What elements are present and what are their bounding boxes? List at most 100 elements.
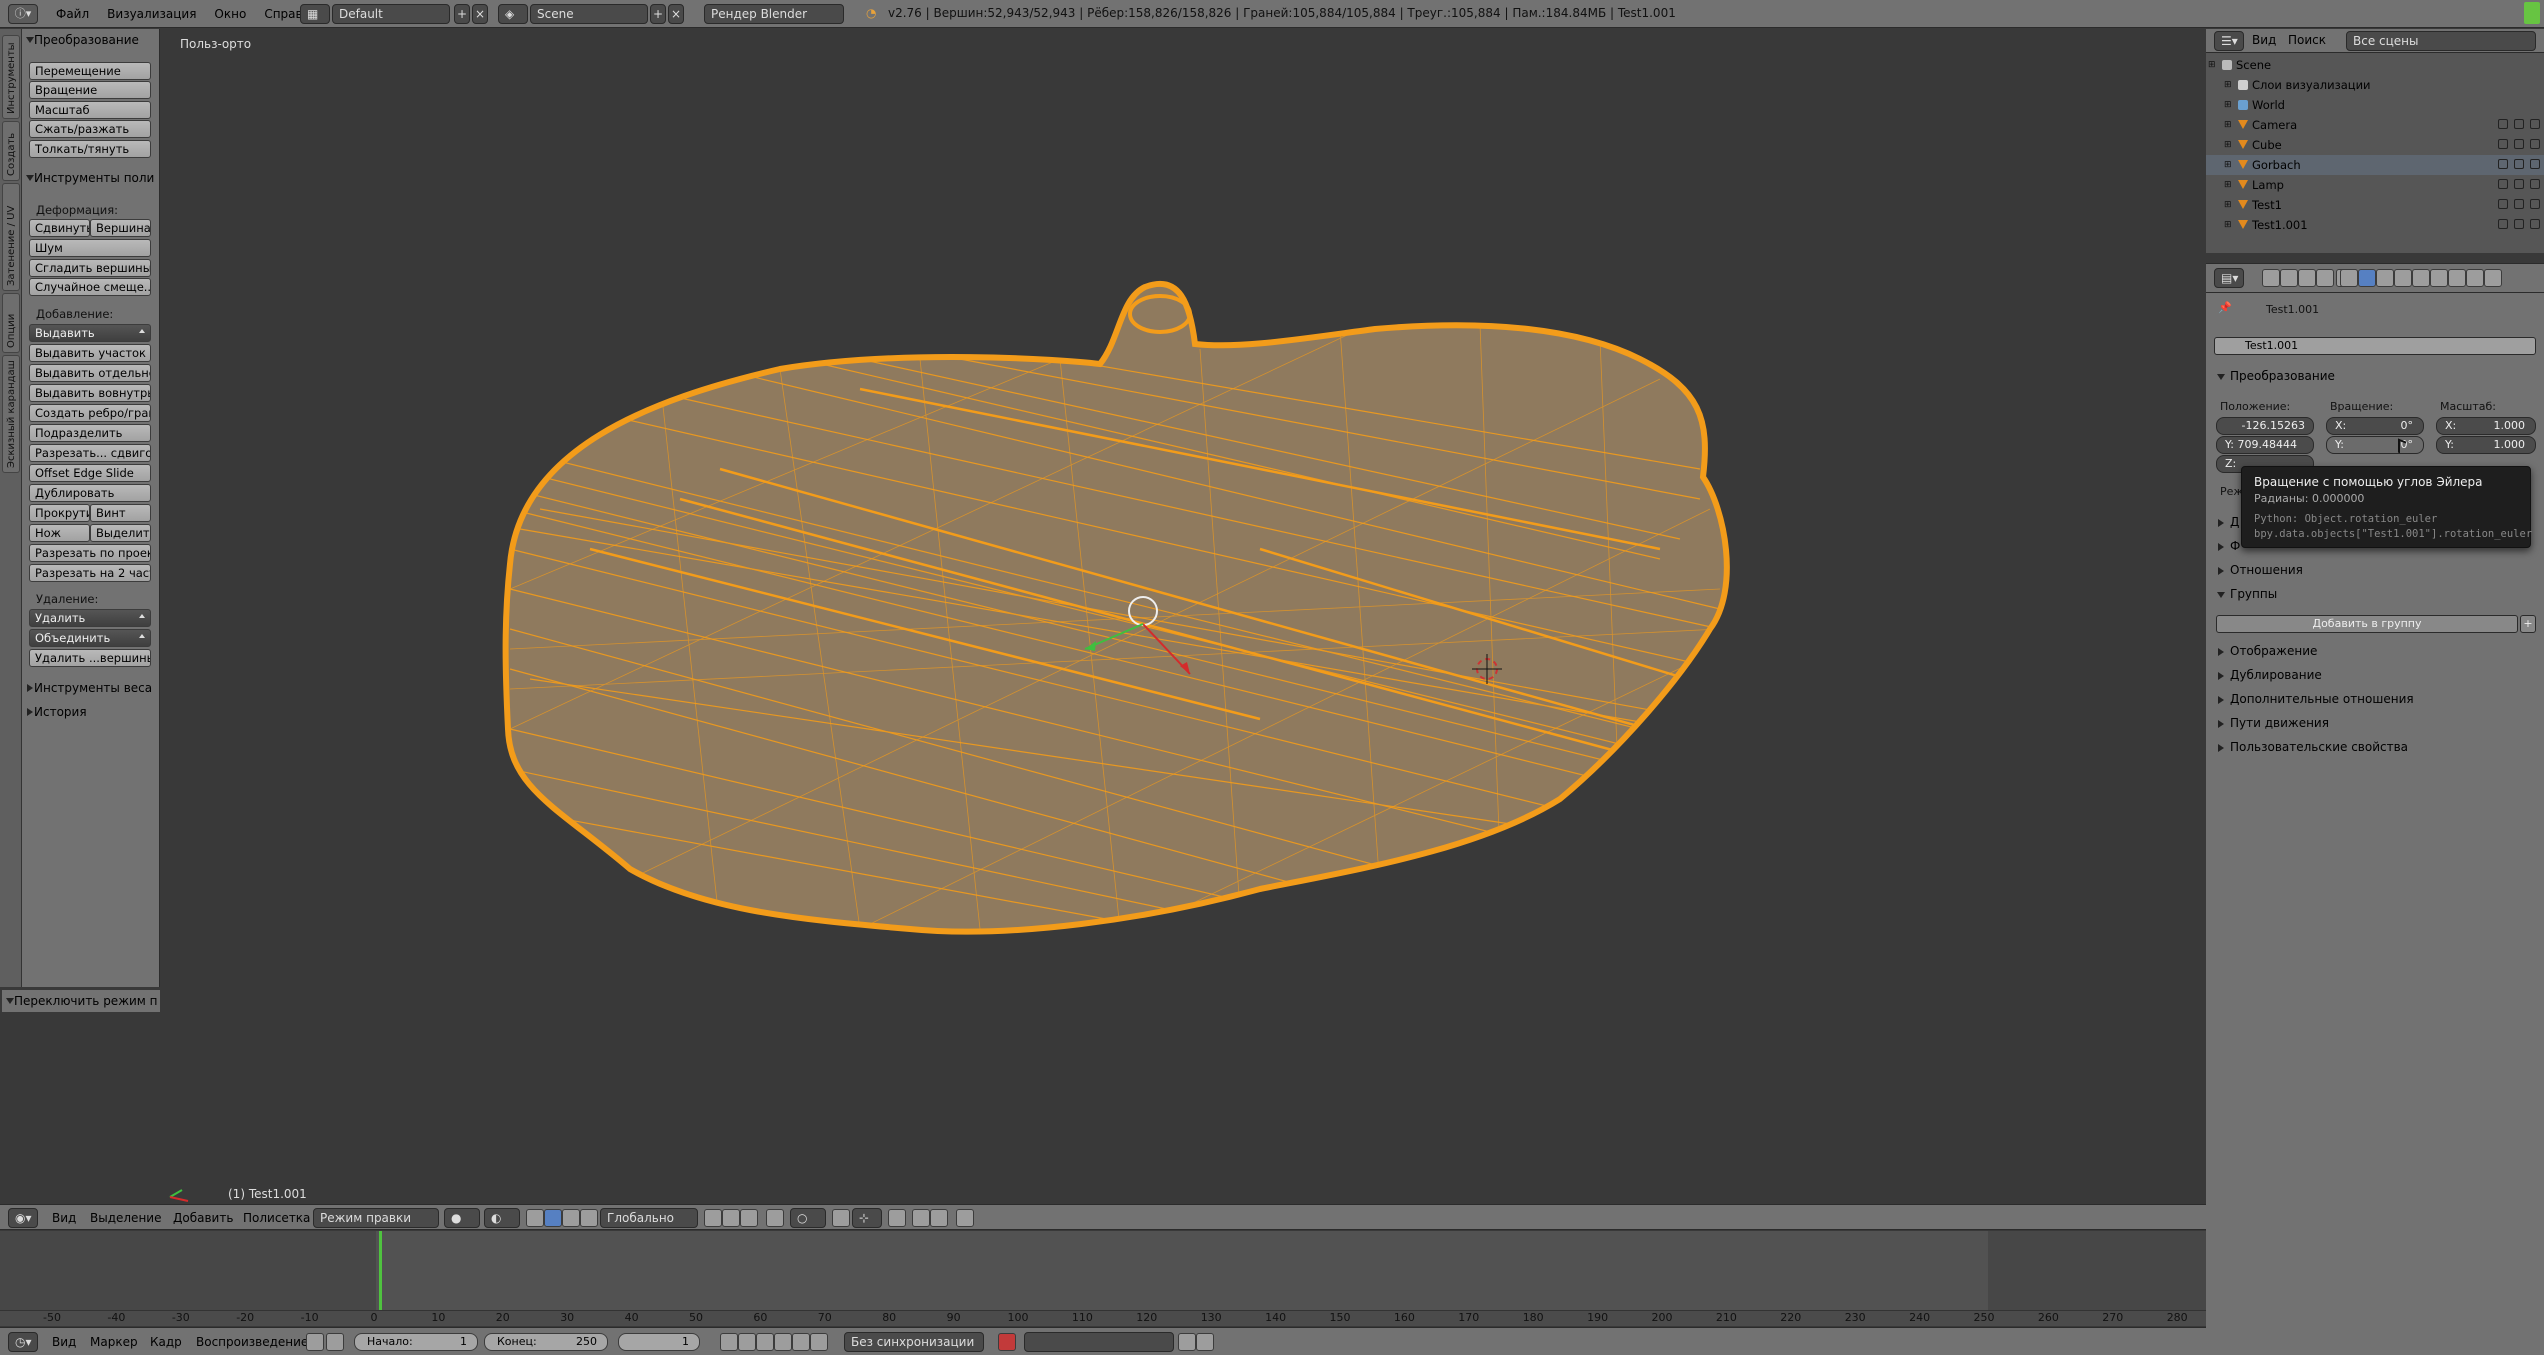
- extrude-individual-button[interactable]: Выдавить отдельно: [29, 364, 151, 382]
- panel-transform-header[interactable]: Преобразование: [22, 29, 160, 51]
- keying-set-select[interactable]: [1024, 1332, 1174, 1352]
- eye-icon[interactable]: [2498, 179, 2508, 189]
- expand-icon[interactable]: ⊞: [2224, 135, 2232, 155]
- modifiers-tab-icon[interactable]: [2394, 269, 2412, 287]
- render-toggle-icon[interactable]: [2530, 179, 2540, 189]
- timeline[interactable]: -50 -40 -30 -20 -10 0 10 20 30 40 50 60 70 80 90 100 110…: [0, 1231, 2206, 1326]
- split-button[interactable]: Разрезать на 2 части: [29, 564, 151, 582]
- cursor-restrict-icon[interactable]: [2514, 159, 2524, 169]
- duplicate-button[interactable]: Дублировать: [29, 484, 151, 502]
- remove-scene-icon[interactable]: ×: [668, 4, 684, 24]
- push-pull-button[interactable]: Толкать/тянуть: [29, 140, 151, 158]
- expand-icon[interactable]: ⊞: [2224, 155, 2232, 175]
- rotation-y-field[interactable]: Y: 0°: [2326, 436, 2424, 454]
- cursor-restrict-icon[interactable]: [2514, 179, 2524, 189]
- outliner-row[interactable]: ⊞ World: [2206, 95, 2544, 115]
- bisect-button[interactable]: Разрезать по проек...: [29, 544, 151, 562]
- make-edge-face-button[interactable]: Создать ребро/грань: [29, 404, 151, 422]
- slide-vertex-button[interactable]: Вершина: [90, 219, 151, 237]
- manipulator-toggle-icon[interactable]: [526, 1209, 544, 1227]
- menu-file[interactable]: Файл: [56, 7, 89, 21]
- current-frame-field[interactable]: 1: [618, 1333, 700, 1351]
- render-layers-tab-icon[interactable]: [2280, 269, 2298, 287]
- render-toggle-icon[interactable]: [2530, 119, 2540, 129]
- cursor-restrict-icon[interactable]: [2514, 119, 2524, 129]
- eye-icon[interactable]: [2498, 119, 2508, 129]
- expand-icon[interactable]: ⊞: [2224, 115, 2232, 135]
- current-frame-indicator[interactable]: [379, 1231, 382, 1310]
- operator-panel-header[interactable]: Переключить режим п: [2, 990, 160, 1012]
- menu-render[interactable]: Визуализация: [107, 7, 196, 21]
- eye-icon[interactable]: [2498, 139, 2508, 149]
- record-icon[interactable]: [998, 1333, 1016, 1351]
- face-select-icon[interactable]: [740, 1209, 758, 1227]
- scale-manip-icon[interactable]: [580, 1209, 598, 1227]
- shrink-fatten-button[interactable]: Сжать/разжать: [29, 120, 151, 138]
- insert-key-icon[interactable]: [1178, 1333, 1196, 1351]
- frame-start-field[interactable]: Начало: 1: [354, 1333, 478, 1351]
- particles-tab-icon[interactable]: [2466, 269, 2484, 287]
- render-preview-icon[interactable]: [888, 1209, 906, 1227]
- delete-dropdown[interactable]: Удалить: [29, 609, 151, 627]
- display-header[interactable]: Отображение: [2218, 644, 2317, 658]
- relations-extras-header[interactable]: Дополнительные отношения: [2218, 692, 2414, 706]
- tab-shading-uv[interactable]: Затенение / UV: [2, 183, 20, 291]
- edge-select-icon[interactable]: [722, 1209, 740, 1227]
- render-toggle-icon[interactable]: [2530, 219, 2540, 229]
- rotate-manip-icon[interactable]: [562, 1209, 580, 1227]
- use-preview-range-icon[interactable]: [306, 1333, 324, 1351]
- object-properties-tab-icon[interactable]: [2358, 269, 2376, 287]
- outliner-row[interactable]: ⊞ Test1: [2206, 195, 2544, 215]
- tab-create[interactable]: Создать: [2, 121, 20, 181]
- scale-button[interactable]: Масштаб: [29, 101, 151, 119]
- object-name-field[interactable]: Test1.001: [2214, 337, 2536, 355]
- expand-icon[interactable]: ⊞: [2224, 95, 2232, 115]
- object-tab-active-icon[interactable]: [2340, 269, 2358, 287]
- material-tab-icon[interactable]: [2430, 269, 2448, 287]
- eye-icon[interactable]: [2498, 219, 2508, 229]
- transform-panel-header[interactable]: Преобразование: [2217, 369, 2335, 383]
- cursor-restrict-icon[interactable]: [2514, 219, 2524, 229]
- outliner-row[interactable]: ⊞ Lamp: [2206, 175, 2544, 195]
- outliner-row[interactable]: ⊞ Test1.001: [2206, 215, 2544, 235]
- expand-icon[interactable]: ⊞: [2224, 195, 2232, 215]
- menu-window[interactable]: Окно: [214, 7, 246, 21]
- noise-button[interactable]: Шум: [29, 239, 151, 257]
- outliner-editor-icon[interactable]: ☰▾: [2214, 31, 2244, 51]
- frame-end-field[interactable]: Конец: 250: [484, 1333, 608, 1351]
- expand-icon[interactable]: ⊞: [2224, 75, 2232, 95]
- delete-key-icon[interactable]: [1196, 1333, 1214, 1351]
- translate-manip-icon[interactable]: [544, 1209, 562, 1227]
- mesh-canvas[interactable]: [160, 29, 2206, 1204]
- delta-transform-header[interactable]: Д: [2218, 515, 2239, 529]
- pin-icon[interactable]: 📌: [2218, 301, 2232, 314]
- occlude-geometry-icon[interactable]: [766, 1209, 784, 1227]
- jump-keyframe-back-icon[interactable]: [738, 1333, 756, 1351]
- smooth-vertex-button[interactable]: Сгладить вершины: [29, 259, 151, 277]
- randomize-button[interactable]: Случайное смеще...: [29, 278, 151, 296]
- constraints-tab-icon[interactable]: [2376, 269, 2394, 287]
- extra-header-icon[interactable]: [956, 1209, 974, 1227]
- outliner-row[interactable]: ⊞ Cube: [2206, 135, 2544, 155]
- physics-header[interactable]: Ф: [2218, 539, 2240, 553]
- tl-menu-view[interactable]: Вид: [52, 1335, 76, 1349]
- proportional-edit-select[interactable]: ○: [790, 1208, 826, 1228]
- shading-select[interactable]: ●: [444, 1208, 480, 1228]
- expand-icon[interactable]: ⊞: [2208, 55, 2216, 75]
- add-scene-icon[interactable]: +: [650, 4, 666, 24]
- outliner-filter-select[interactable]: Все сцены: [2346, 31, 2536, 51]
- lock-range-icon[interactable]: [326, 1333, 344, 1351]
- data-tab-icon[interactable]: [2412, 269, 2430, 287]
- duplication-header[interactable]: Дублирование: [2218, 668, 2322, 682]
- jump-start-icon[interactable]: [720, 1333, 738, 1351]
- translate-button[interactable]: Перемещение: [29, 62, 151, 80]
- add-layout-icon[interactable]: +: [454, 4, 470, 24]
- dissolve-verts-button[interactable]: Удалить ...вершины: [29, 649, 151, 667]
- custom-properties-header[interactable]: Пользовательские свойства: [2218, 740, 2408, 754]
- outliner-menu-view[interactable]: Вид: [2252, 33, 2276, 47]
- cursor-restrict-icon[interactable]: [2514, 139, 2524, 149]
- play-reverse-icon[interactable]: [756, 1333, 774, 1351]
- extrude-region-button[interactable]: Выдавить участок: [29, 344, 151, 362]
- outliner-menu-search[interactable]: Поиск: [2288, 33, 2326, 47]
- sync-mode-select[interactable]: Без синхронизации: [844, 1332, 984, 1352]
